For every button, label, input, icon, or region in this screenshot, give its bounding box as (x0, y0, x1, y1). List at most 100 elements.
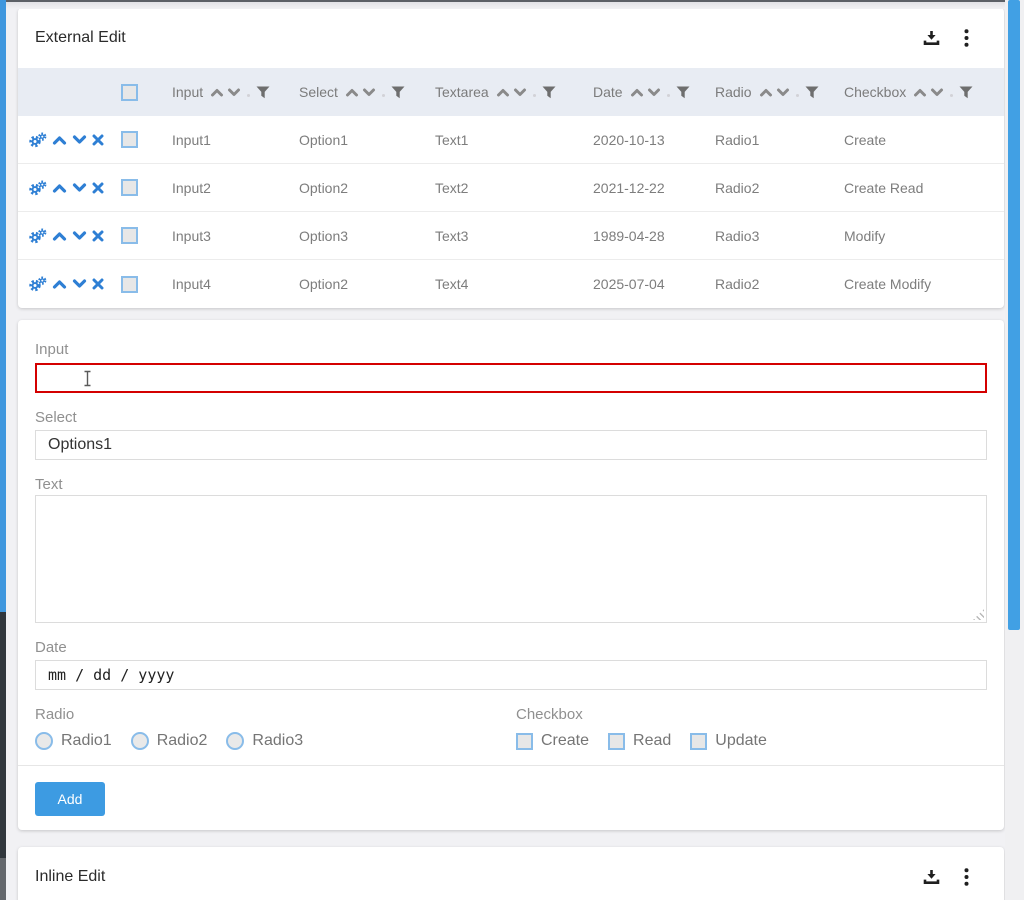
kebab-menu-icon[interactable] (964, 868, 969, 886)
column-header-checkbox: Checkbox (844, 84, 1004, 100)
sort-desc-icon[interactable] (227, 88, 241, 97)
radio-option-label: Radio3 (252, 732, 303, 750)
delete-icon[interactable] (92, 278, 104, 290)
sort-asc-icon[interactable] (630, 88, 644, 97)
date-field[interactable]: mm / dd / yyyy (35, 660, 987, 690)
cell-date: 2020-10-13 (593, 132, 715, 148)
cogs-icon[interactable] (28, 132, 47, 148)
move-up-icon[interactable] (52, 183, 67, 193)
column-header-textarea: Textarea (435, 84, 593, 100)
table-row: Input4 Option2 Text4 2025-07-04 Radio2 C… (18, 260, 1004, 308)
column-label: Date (593, 84, 623, 100)
right-scrollbar-thumb[interactable] (1008, 0, 1020, 630)
card-title: External Edit (35, 29, 923, 47)
external-edit-header: External Edit (18, 8, 1004, 68)
row-checkbox[interactable] (121, 131, 138, 148)
select-field-value: Options1 (48, 436, 112, 454)
checkbox-option-box[interactable] (690, 733, 707, 750)
select-all-checkbox[interactable] (121, 84, 138, 101)
cell-textarea: Text2 (435, 180, 593, 196)
cell-input: Input1 (172, 132, 299, 148)
move-up-icon[interactable] (52, 231, 67, 241)
cell-checkbox: Create Modify (844, 276, 1004, 292)
cell-input: Input3 (172, 228, 299, 244)
window-top-edge (0, 0, 1024, 2)
left-scrollbar-foot (0, 858, 6, 900)
select-field[interactable]: Options1 (35, 430, 987, 460)
column-label: Textarea (435, 84, 489, 100)
separator-dot (247, 94, 250, 97)
row-checkbox[interactable] (121, 179, 138, 196)
page-content: External Edit Input Sel (18, 8, 1004, 900)
kebab-menu-icon[interactable] (964, 29, 969, 47)
radio-option-button[interactable] (226, 732, 244, 750)
add-form-card: Input Select Options1 Text Date mm / dd … (18, 320, 1004, 830)
cogs-icon[interactable] (28, 276, 47, 292)
radio-option-label: Radio2 (157, 732, 208, 750)
separator-dot (667, 94, 670, 97)
vertical-scrollbar-left[interactable] (0, 0, 6, 900)
filter-icon[interactable] (676, 86, 690, 99)
table-row: Input1 Option1 Text1 2020-10-13 Radio1 C… (18, 116, 1004, 164)
checkbox-option-box[interactable] (516, 733, 533, 750)
date-field-value: mm / dd / yyyy (48, 666, 174, 684)
move-down-icon[interactable] (72, 279, 87, 289)
move-up-icon[interactable] (52, 135, 67, 145)
cell-date: 2021-12-22 (593, 180, 715, 196)
download-icon[interactable] (923, 869, 940, 885)
vertical-scrollbar-right[interactable] (1005, 0, 1024, 900)
add-button[interactable]: Add (35, 782, 105, 816)
radio-option-button[interactable] (131, 732, 149, 750)
inline-edit-header: Inline Edit (18, 847, 1004, 900)
sort-asc-icon[interactable] (913, 88, 927, 97)
column-header-radio: Radio (715, 84, 844, 100)
radio-group: Radio1 Radio2 Radio3 (35, 732, 516, 750)
checkbox-option-box[interactable] (608, 733, 625, 750)
sort-desc-icon[interactable] (776, 88, 790, 97)
cell-input: Input4 (172, 276, 299, 292)
filter-icon[interactable] (256, 86, 270, 99)
input-field-label: Input (35, 341, 987, 359)
delete-icon[interactable] (92, 134, 104, 146)
textarea-field[interactable] (35, 495, 987, 623)
external-edit-card: External Edit Input Sel (18, 8, 1004, 308)
radio-option-button[interactable] (35, 732, 53, 750)
sort-desc-icon[interactable] (930, 88, 944, 97)
row-checkbox[interactable] (121, 276, 138, 293)
move-down-icon[interactable] (72, 231, 87, 241)
filter-icon[interactable] (959, 86, 973, 99)
table-header-row: Input Select Textarea D (18, 68, 1004, 116)
sort-desc-icon[interactable] (647, 88, 661, 97)
column-label: Checkbox (844, 84, 906, 100)
cell-textarea: Text1 (435, 132, 593, 148)
checkbox-group: Create Read Update (516, 732, 786, 750)
input-field[interactable] (35, 363, 987, 393)
column-label: Select (299, 84, 338, 100)
sort-asc-icon[interactable] (210, 88, 224, 97)
filter-icon[interactable] (391, 86, 405, 99)
filter-icon[interactable] (542, 86, 556, 99)
delete-icon[interactable] (92, 230, 104, 242)
sort-desc-icon[interactable] (362, 88, 376, 97)
sort-asc-icon[interactable] (345, 88, 359, 97)
table-row: Input3 Option3 Text3 1989-04-28 Radio3 M… (18, 212, 1004, 260)
cogs-icon[interactable] (28, 180, 47, 196)
left-scrollbar-thumb[interactable] (0, 0, 6, 612)
separator-dot (533, 94, 536, 97)
move-down-icon[interactable] (72, 183, 87, 193)
download-icon[interactable] (923, 30, 940, 46)
column-label: Radio (715, 84, 752, 100)
checkbox-option-label: Read (633, 732, 671, 750)
sort-asc-icon[interactable] (496, 88, 510, 97)
resize-grip-icon[interactable] (973, 609, 984, 620)
row-checkbox[interactable] (121, 227, 138, 244)
cogs-icon[interactable] (28, 228, 47, 244)
sort-desc-icon[interactable] (513, 88, 527, 97)
delete-icon[interactable] (92, 182, 104, 194)
cell-textarea: Text3 (435, 228, 593, 244)
filter-icon[interactable] (805, 86, 819, 99)
column-header-select: Select (299, 84, 435, 100)
move-up-icon[interactable] (52, 279, 67, 289)
sort-asc-icon[interactable] (759, 88, 773, 97)
move-down-icon[interactable] (72, 135, 87, 145)
